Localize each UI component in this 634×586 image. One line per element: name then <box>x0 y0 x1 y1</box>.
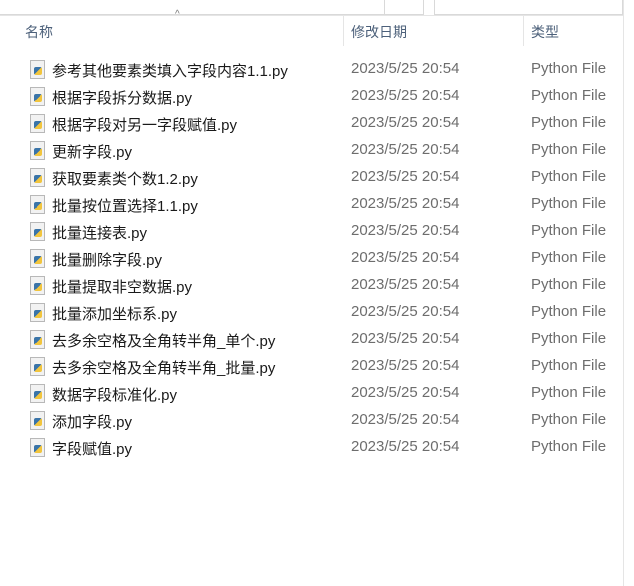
file-name: 数据字段标准化.py <box>52 387 178 404</box>
file-date: 2023/5/25 20:54 <box>351 438 460 455</box>
file-row[interactable]: 更新字段.py 2023/5/25 20:54 Python File <box>22 137 622 164</box>
file-type: Python File <box>531 87 607 104</box>
file-type: Python File <box>531 141 607 158</box>
file-date: 2023/5/25 20:54 <box>351 222 460 239</box>
file-name: 添加字段.py <box>52 414 133 431</box>
file-row[interactable]: 批量按位置选择1.1.py 2023/5/25 20:54 Python Fil… <box>22 191 622 218</box>
python-file-icon <box>30 438 45 457</box>
python-file-icon <box>30 222 45 241</box>
file-row[interactable]: 批量删除字段.py 2023/5/25 20:54 Python File <box>22 245 622 272</box>
sort-ascending-icon: ^ <box>175 9 180 20</box>
file-row[interactable]: 去多余空格及全角转半角_单个.py 2023/5/25 20:54 Python… <box>22 326 622 353</box>
file-row[interactable]: 参考其他要素类填入字段内容1.1.py 2023/5/25 20:54 Pyth… <box>22 56 622 83</box>
file-type: Python File <box>531 411 607 428</box>
file-type: Python File <box>531 222 607 239</box>
file-row[interactable]: 批量提取非空数据.py 2023/5/25 20:54 Python File <box>22 272 622 299</box>
file-date: 2023/5/25 20:54 <box>351 195 460 212</box>
python-file-icon <box>30 276 45 295</box>
column-header-date[interactable]: 修改日期 <box>351 22 407 42</box>
file-name: 去多余空格及全角转半角_单个.py <box>52 333 276 350</box>
file-row[interactable]: 添加字段.py 2023/5/25 20:54 Python File <box>22 407 622 434</box>
file-type: Python File <box>531 114 607 131</box>
file-type: Python File <box>531 249 607 266</box>
file-row[interactable]: 根据字段拆分数据.py 2023/5/25 20:54 Python File <box>22 83 622 110</box>
file-type: Python File <box>531 330 607 347</box>
file-name: 批量删除字段.py <box>52 252 163 269</box>
scrollbar[interactable] <box>623 0 634 586</box>
file-type: Python File <box>531 195 607 212</box>
file-row[interactable]: 数据字段标准化.py 2023/5/25 20:54 Python File <box>22 380 622 407</box>
file-name: 去多余空格及全角转半角_批量.py <box>52 360 276 377</box>
file-date: 2023/5/25 20:54 <box>351 303 460 320</box>
column-header-name[interactable]: 名称 <box>25 22 53 42</box>
file-row[interactable]: 去多余空格及全角转半角_批量.py 2023/5/25 20:54 Python… <box>22 353 622 380</box>
python-file-icon <box>30 249 45 268</box>
file-date: 2023/5/25 20:54 <box>351 249 460 266</box>
file-name: 批量按位置选择1.1.py <box>52 198 198 215</box>
python-file-icon <box>30 195 45 214</box>
file-name: 获取要素类个数1.2.py <box>52 171 198 188</box>
column-separator[interactable] <box>523 16 524 46</box>
refresh-button[interactable] <box>384 0 424 15</box>
python-file-icon <box>30 384 45 403</box>
file-date: 2023/5/25 20:54 <box>351 141 460 158</box>
python-file-icon <box>30 411 45 430</box>
file-name: 批量提取非空数据.py <box>52 279 193 296</box>
python-file-icon <box>30 303 45 322</box>
file-type: Python File <box>531 357 607 374</box>
file-date: 2023/5/25 20:54 <box>351 114 460 131</box>
python-file-icon <box>30 141 45 160</box>
file-name: 更新字段.py <box>52 144 133 161</box>
file-row[interactable]: 获取要素类个数1.2.py 2023/5/25 20:54 Python Fil… <box>22 164 622 191</box>
python-file-icon <box>30 357 45 376</box>
file-type: Python File <box>531 438 607 455</box>
python-file-icon <box>30 87 45 106</box>
file-name: 根据字段对另一字段赋值.py <box>52 117 238 134</box>
file-name: 根据字段拆分数据.py <box>52 90 193 107</box>
python-file-icon <box>30 330 45 349</box>
python-file-icon <box>30 114 45 133</box>
file-date: 2023/5/25 20:54 <box>351 168 460 185</box>
file-date: 2023/5/25 20:54 <box>351 357 460 374</box>
file-type: Python File <box>531 60 607 77</box>
file-type: Python File <box>531 303 607 320</box>
file-type: Python File <box>531 168 607 185</box>
file-row[interactable]: 批量添加坐标系.py 2023/5/25 20:54 Python File <box>22 299 622 326</box>
column-separator[interactable] <box>343 16 344 46</box>
file-date: 2023/5/25 20:54 <box>351 60 460 77</box>
file-type: Python File <box>531 384 607 401</box>
file-type: Python File <box>531 276 607 293</box>
search-input[interactable] <box>434 0 623 15</box>
file-date: 2023/5/25 20:54 <box>351 87 460 104</box>
python-file-icon <box>30 168 45 187</box>
file-row[interactable]: 批量连接表.py 2023/5/25 20:54 Python File <box>22 218 622 245</box>
file-name: 参考其他要素类填入字段内容1.1.py <box>52 63 288 80</box>
file-date: 2023/5/25 20:54 <box>351 411 460 428</box>
address-bar[interactable] <box>0 0 385 15</box>
file-row[interactable]: 字段赋值.py 2023/5/25 20:54 Python File <box>22 434 622 461</box>
file-name: 批量添加坐标系.py <box>52 306 178 323</box>
file-date: 2023/5/25 20:54 <box>351 276 460 293</box>
file-date: 2023/5/25 20:54 <box>351 384 460 401</box>
file-date: 2023/5/25 20:54 <box>351 330 460 347</box>
column-header-type[interactable]: 类型 <box>531 22 559 42</box>
file-name: 批量连接表.py <box>52 225 148 242</box>
python-file-icon <box>30 60 45 79</box>
divider <box>0 15 624 16</box>
file-row[interactable]: 根据字段对另一字段赋值.py 2023/5/25 20:54 Python Fi… <box>22 110 622 137</box>
file-name: 字段赋值.py <box>52 441 133 458</box>
